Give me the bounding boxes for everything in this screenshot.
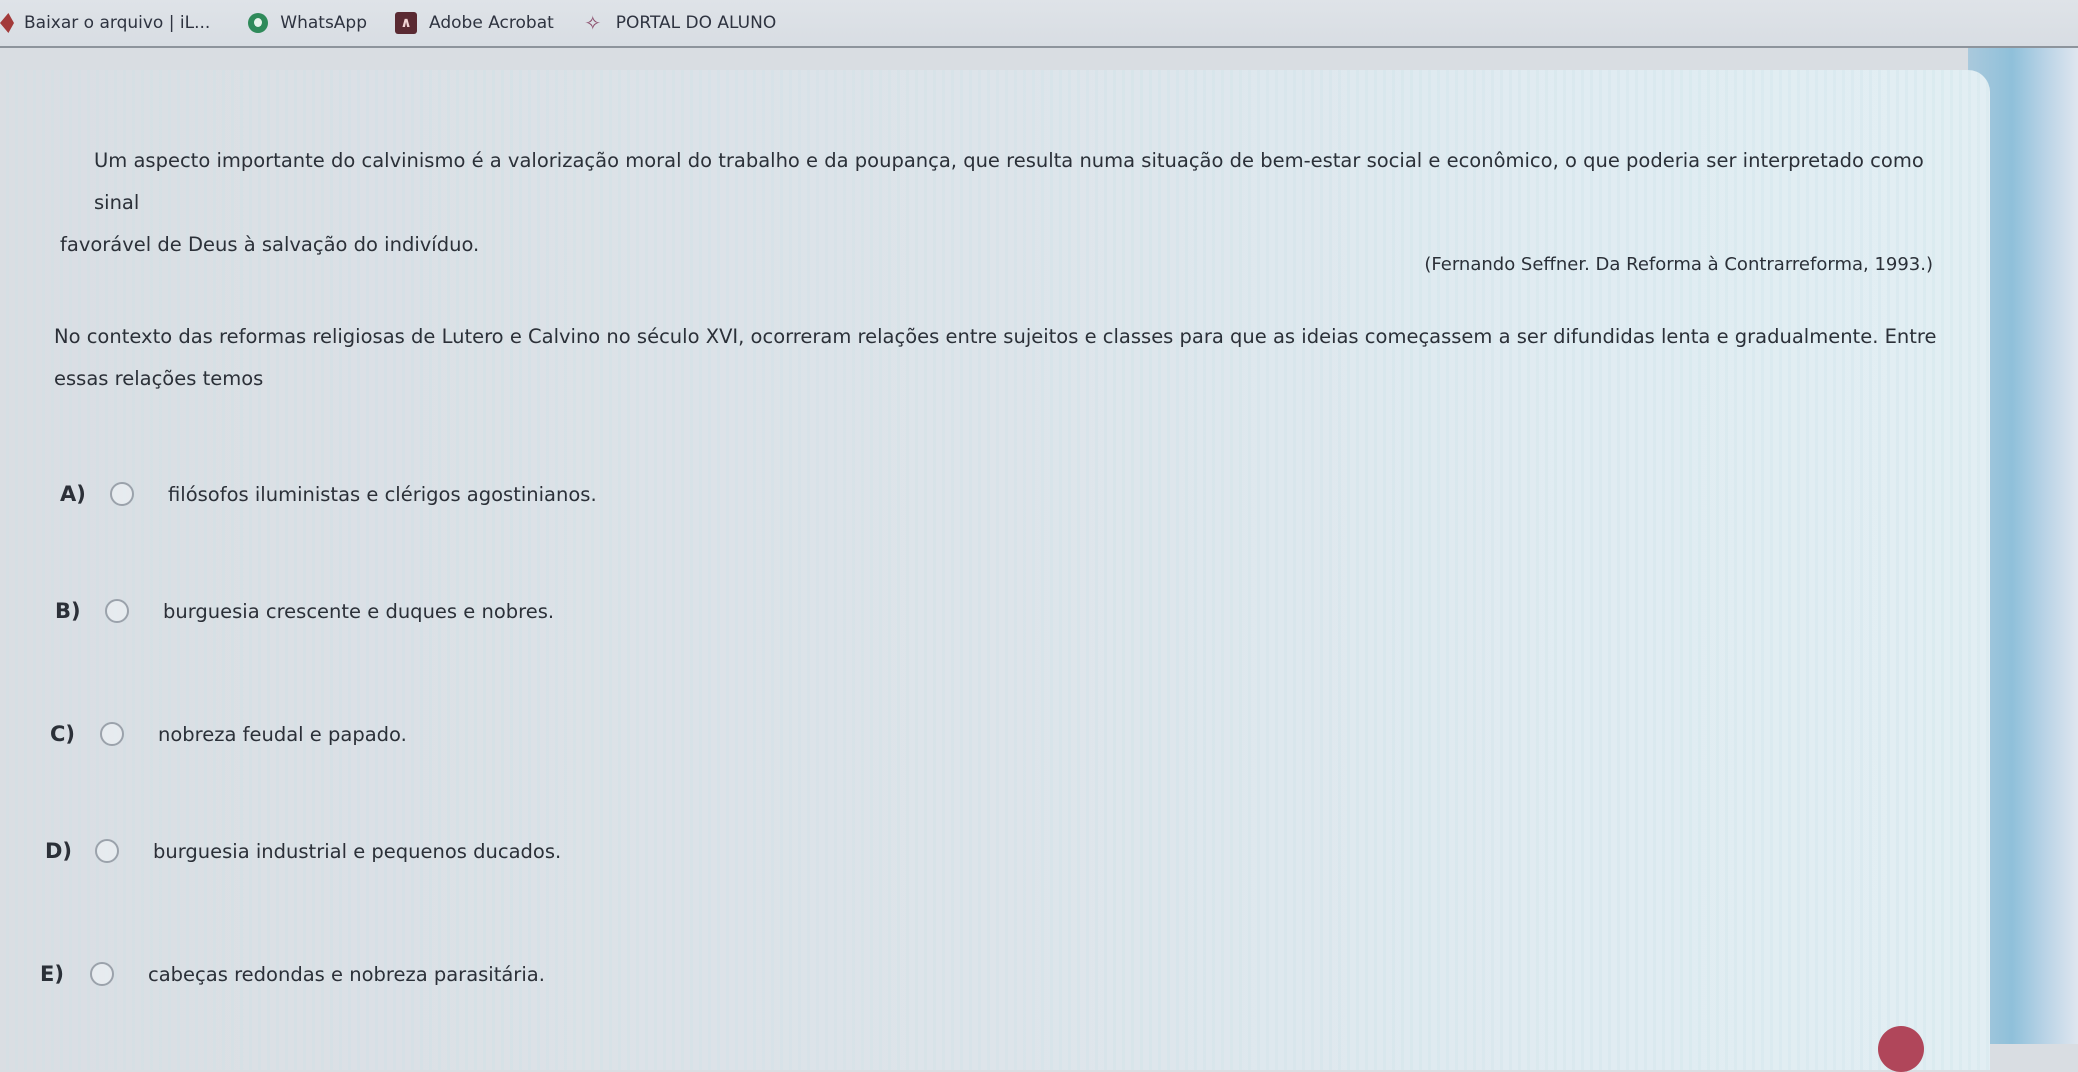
bookmark-whatsapp[interactable]: WhatsApp <box>248 7 379 39</box>
bookmark-label: Adobe Acrobat <box>429 13 554 33</box>
floating-action-button[interactable] <box>1878 1026 1924 1072</box>
bookmark-ilovepdf[interactable]: Baixar o arquivo | iL... <box>0 7 222 39</box>
option-a[interactable]: A) filósofos iluministas e clérigos agos… <box>60 482 597 506</box>
option-text: burguesia crescente e duques e nobres. <box>163 599 555 623</box>
bookmark-label: PORTAL DO ALUNO <box>615 13 777 33</box>
bookmark-label: Baixar o arquivo | iL... <box>24 13 211 33</box>
option-text: burguesia industrial e pequenos ducados. <box>153 839 562 863</box>
acrobat-icon: ∧ <box>395 12 418 34</box>
question-prompt: No contexto das reformas religiosas de L… <box>54 325 1937 390</box>
quote-citation: (Fernando Seffner. Da Reforma à Contrarr… <box>1424 254 1933 275</box>
option-letter: E) <box>40 962 64 986</box>
option-text: cabeças redondas e nobreza parasitária. <box>148 962 545 986</box>
radio-button[interactable] <box>105 599 129 623</box>
option-text: filósofos iluministas e clérigos agostin… <box>168 482 597 506</box>
option-letter: D) <box>45 839 73 863</box>
ilovepdf-icon <box>0 13 14 33</box>
whatsapp-icon <box>248 13 269 33</box>
bookmarks-bar: Baixar o arquivo | iL... WhatsApp ∧ Adob… <box>0 0 2078 48</box>
bookmark-label: WhatsApp <box>280 13 368 33</box>
quote-line-1: Um aspecto importante do calvinismo é a … <box>94 149 1924 214</box>
option-e[interactable]: E) cabeças redondas e nobreza parasitári… <box>40 962 545 986</box>
option-d[interactable]: D) burguesia industrial e pequenos ducad… <box>45 839 561 863</box>
radio-button[interactable] <box>90 962 114 986</box>
radio-button[interactable] <box>95 839 119 863</box>
option-b[interactable]: B) burguesia crescente e duques e nobres… <box>55 599 554 623</box>
radio-button[interactable] <box>100 722 124 746</box>
bookmark-adobe-acrobat[interactable]: ∧ Adobe Acrobat <box>395 7 566 39</box>
question-quote: Um aspecto importante do calvinismo é a … <box>60 140 1944 266</box>
option-c[interactable]: C) nobreza feudal e papado. <box>50 722 407 746</box>
option-letter: B) <box>55 599 81 623</box>
option-text: nobreza feudal e papado. <box>158 722 407 746</box>
bookmark-portal-do-aluno[interactable]: ✧ PORTAL DO ALUNO <box>582 7 788 39</box>
option-letter: A) <box>60 482 86 506</box>
radio-button[interactable] <box>110 482 134 506</box>
portal-star-icon: ✧ <box>584 11 602 35</box>
option-letter: C) <box>50 722 76 746</box>
